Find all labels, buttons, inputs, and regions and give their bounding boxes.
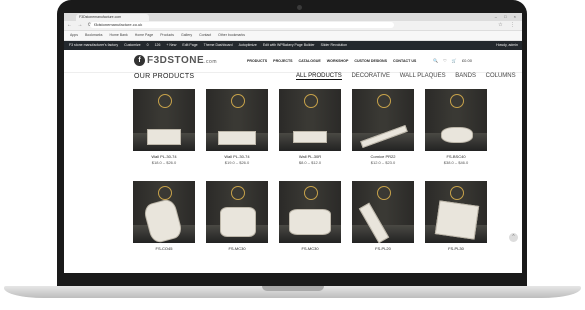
wp-admin-item[interactable]: 0 xyxy=(147,41,149,50)
logo-suffix: .com xyxy=(204,59,218,65)
laptop-notch xyxy=(262,286,324,291)
bookmark-item[interactable]: Other bookmarks xyxy=(218,31,245,40)
wp-howdy[interactable]: Howdy, admin xyxy=(496,41,518,50)
laptop-frame: F3Dstonemanufacture.com – □ × ← → ⟳ f3ds… xyxy=(0,0,585,310)
cart-icon[interactable]: 🛒 xyxy=(452,58,457,63)
filter-all-products[interactable]: ALL PRODUCTS xyxy=(296,73,342,80)
wp-admin-item[interactable]: F3 stone manufacturer's factory xyxy=(69,41,118,50)
product-name[interactable]: Wall PL-30-74 xyxy=(133,154,195,159)
product-name[interactable]: FS-PL20 xyxy=(352,246,414,251)
wp-admin-item[interactable]: 126 xyxy=(155,41,161,50)
product-card[interactable]: FS-MC30 xyxy=(279,181,341,252)
product-price: $12.0 – $23.0 xyxy=(370,160,396,165)
logo-mark-icon: f xyxy=(134,55,145,66)
nav-custom-designs[interactable]: CUSTOM DESIGNS xyxy=(354,59,387,63)
product-card[interactable]: FS-CO45 xyxy=(133,181,195,252)
product-card[interactable]: Wall PL-30-74 $18.0 – $26.0 xyxy=(133,89,195,165)
product-name[interactable]: Wall PL-30R xyxy=(279,154,341,159)
wp-admin-item[interactable]: + New xyxy=(166,41,176,50)
product-card[interactable]: Wall PL-30-74 $19.0 – $26.0 xyxy=(206,89,268,165)
nav-projects[interactable]: PROJECTS xyxy=(273,59,292,63)
product-image[interactable] xyxy=(279,89,341,151)
bookmark-item[interactable]: Contact xyxy=(199,31,211,40)
product-price: $18.0 – $26.0 xyxy=(151,160,177,165)
wp-admin-item[interactable]: Slider Revolution xyxy=(321,41,347,50)
nav-products[interactable]: PRODUCTS xyxy=(247,59,267,63)
wp-admin-item[interactable]: Customize xyxy=(124,41,141,50)
screen: F3Dstonemanufacture.com – □ × ← → ⟳ f3ds… xyxy=(64,13,522,273)
site-logo[interactable]: f F3DSTONE.com xyxy=(134,55,217,66)
product-filters: ALL PRODUCTS DECORATIVE WALL PLAQUES BAN… xyxy=(296,73,522,80)
bookmarks-bar: Apps Bookmarks Home Bank Home Page Produ… xyxy=(64,31,522,41)
wp-admin-item[interactable]: Theme Dashboard xyxy=(204,41,233,50)
bookmark-item[interactable]: Products xyxy=(160,31,174,40)
wp-admin-item[interactable]: Autoptimize xyxy=(239,41,257,50)
search-icon[interactable]: 🔍 xyxy=(433,58,438,63)
logo-name: F3DSTONE xyxy=(147,55,205,66)
product-price: $8.0 – $12.0 xyxy=(298,160,322,165)
product-image[interactable] xyxy=(352,181,414,243)
product-image[interactable] xyxy=(425,181,487,243)
products-heading: OUR PRODUCTS xyxy=(134,73,195,80)
window-controls[interactable]: – □ × xyxy=(495,14,519,19)
scroll-to-top-button[interactable]: ⌃ xyxy=(509,233,518,242)
browser-tab[interactable]: F3Dstonemanufacture.com xyxy=(76,14,149,21)
bookmark-item[interactable]: Apps xyxy=(70,31,78,40)
product-name[interactable]: FS-CO45 xyxy=(133,246,195,251)
browser-toolbar: ← → ⟳ f3dstonemanufacture.co.uk ☆ ⋮ xyxy=(64,21,522,31)
product-image[interactable] xyxy=(425,89,487,151)
bookmark-item[interactable]: Home Bank xyxy=(109,31,127,40)
product-name[interactable]: FS-BSC40 xyxy=(425,154,487,159)
product-image[interactable] xyxy=(352,89,414,151)
nav-catalogue[interactable]: CATALOGUE xyxy=(299,59,321,63)
product-name[interactable]: Cornice PR22 xyxy=(352,154,414,159)
bookmark-item[interactable]: Bookmarks xyxy=(85,31,103,40)
filter-bands[interactable]: BANDS xyxy=(455,73,476,79)
cart-total[interactable]: £0.00 xyxy=(462,58,472,63)
product-card[interactable]: FS-PL30 xyxy=(425,181,487,252)
product-card[interactable]: Wall PL-30R $8.0 – $12.0 xyxy=(279,89,341,165)
wp-admin-item[interactable]: Edit Page xyxy=(182,41,197,50)
product-image[interactable] xyxy=(133,89,195,151)
main-nav: PRODUCTS PROJECTS CATALOGUE WORKSHOP CUS… xyxy=(247,59,421,63)
product-name[interactable]: Wall PL-30-74 xyxy=(206,154,268,159)
bookmark-item[interactable]: Home Page xyxy=(135,31,153,40)
product-name[interactable]: FS-MC30 xyxy=(206,246,268,251)
nav-contact-us[interactable]: CONTACT US xyxy=(393,59,416,63)
product-card[interactable]: FS-BSC40 $38.0 – $46.0 xyxy=(425,89,487,165)
extension-icons[interactable]: ☆ ⋮ xyxy=(498,22,518,28)
product-image[interactable] xyxy=(279,181,341,243)
product-image[interactable] xyxy=(133,181,195,243)
filter-decorative[interactable]: DECORATIVE xyxy=(351,73,390,79)
product-card[interactable]: Cornice PR22 $12.0 – $23.0 xyxy=(352,89,414,165)
filter-wall-plaques[interactable]: WALL PLAQUES xyxy=(400,73,446,79)
site-header: f F3DSTONE.com PRODUCTS PROJECTS CATALOG… xyxy=(64,50,522,73)
address-bar[interactable]: f3dstonemanufacture.co.uk xyxy=(90,22,394,28)
browser-tab-bar: F3Dstonemanufacture.com – □ × xyxy=(64,13,522,21)
header-tools: 🔍 ♡ 🛒 £0.00 xyxy=(433,58,476,63)
product-image[interactable] xyxy=(206,89,268,151)
filter-columns[interactable]: COLUMNS xyxy=(486,73,516,79)
product-price: $19.0 – $26.0 xyxy=(224,160,250,165)
wishlist-icon[interactable]: ♡ xyxy=(443,58,447,63)
product-price: $38.0 – $46.0 xyxy=(443,160,469,165)
product-image[interactable] xyxy=(206,181,268,243)
product-card[interactable]: FS-PL20 xyxy=(352,181,414,252)
product-name[interactable]: FS-MC30 xyxy=(279,246,341,251)
bookmark-item[interactable]: Gallery xyxy=(181,31,192,40)
nav-workshop[interactable]: WORKSHOP xyxy=(327,59,349,63)
product-card[interactable]: FS-MC30 xyxy=(206,181,268,252)
wp-admin-bar: F3 stone manufacturer's factory Customiz… xyxy=(64,41,522,50)
webcam xyxy=(297,5,302,10)
wp-admin-item[interactable]: Edit with WPBakery Page Builder xyxy=(263,41,315,50)
product-name[interactable]: FS-PL30 xyxy=(425,246,487,251)
logo-text: F3DSTONE.com xyxy=(147,55,217,66)
